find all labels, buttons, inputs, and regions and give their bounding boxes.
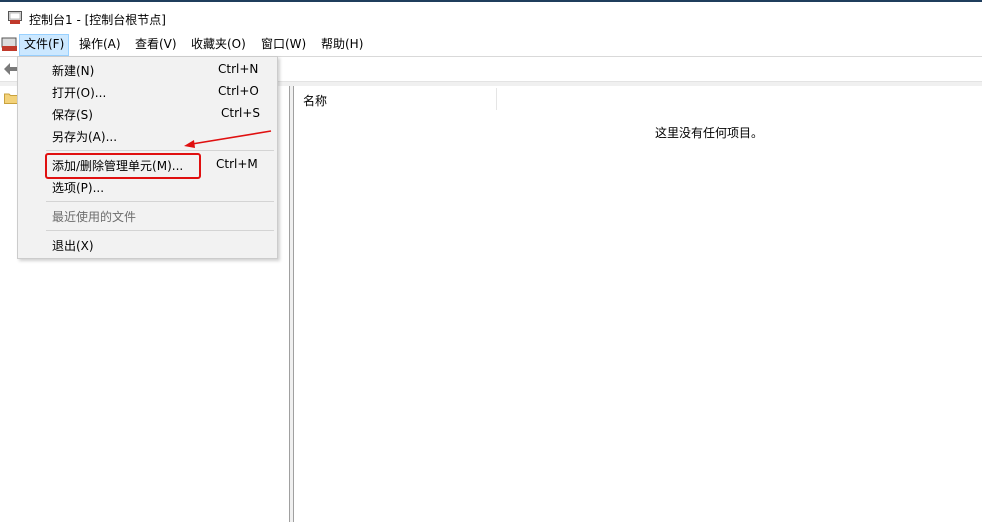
- menu-item-exit[interactable]: 退出(X): [18, 234, 277, 256]
- file-menu-dropdown: 新建(N) Ctrl+N 打开(O)... Ctrl+O 保存(S) Ctrl+…: [17, 56, 278, 259]
- menu-item-label: 选项(P)...: [52, 181, 105, 195]
- menu-item-recent-files: 最近使用的文件: [18, 205, 277, 227]
- menu-item-shortcut: Ctrl+S: [221, 106, 261, 120]
- menu-item-label: 保存(S): [52, 108, 93, 122]
- menu-view[interactable]: 查看(V): [131, 34, 181, 54]
- menu-item-label: 新建(N): [52, 64, 95, 78]
- menu-help[interactable]: 帮助(H): [317, 34, 367, 54]
- menu-item-shortcut: Ctrl+O: [218, 84, 259, 98]
- menu-item-open[interactable]: 打开(O)... Ctrl+O: [18, 81, 277, 103]
- menu-separator: [46, 201, 274, 202]
- column-header-label: 名称: [303, 94, 328, 108]
- title-bar: 控制台1 - [控制台根节点]: [0, 2, 982, 32]
- menu-separator: [46, 230, 274, 231]
- menu-item-label: 另存为(A)...: [52, 130, 118, 144]
- menu-action[interactable]: 操作(A): [75, 34, 125, 54]
- menu-item-save[interactable]: 保存(S) Ctrl+S: [18, 103, 277, 125]
- column-header-name[interactable]: 名称: [294, 88, 497, 110]
- menu-item-shortcut: Ctrl+N: [218, 62, 259, 76]
- menu-item-label: 打开(O)...: [52, 86, 107, 100]
- menu-file[interactable]: 文件(F): [19, 34, 70, 56]
- window-title: 控制台1 - [控制台根节点]: [29, 13, 166, 27]
- menu-item-options[interactable]: 选项(P)...: [18, 176, 277, 198]
- menu-item-label: 退出(X): [52, 239, 94, 253]
- details-pane: 名称 这里没有任何项目。: [293, 86, 982, 522]
- menu-item-new[interactable]: 新建(N) Ctrl+N: [18, 59, 277, 81]
- menu-bar: 文件(F) 操作(A) 查看(V) 收藏夹(O) 窗口(W) 帮助(H): [0, 32, 982, 57]
- menu-item-shortcut: Ctrl+M: [216, 157, 258, 171]
- menu-favorites[interactable]: 收藏夹(O): [187, 34, 250, 54]
- menu-item-save-as[interactable]: 另存为(A)...: [18, 125, 277, 147]
- menu-separator: [46, 150, 274, 151]
- system-menu-icon[interactable]: [1, 37, 18, 52]
- menu-window[interactable]: 窗口(W): [257, 34, 310, 54]
- annotation-highlight-box: [45, 153, 201, 179]
- empty-list-message: 这里没有任何项目。: [654, 126, 763, 140]
- mmc-console-icon: [8, 11, 22, 24]
- menu-item-label: 最近使用的文件: [52, 210, 137, 224]
